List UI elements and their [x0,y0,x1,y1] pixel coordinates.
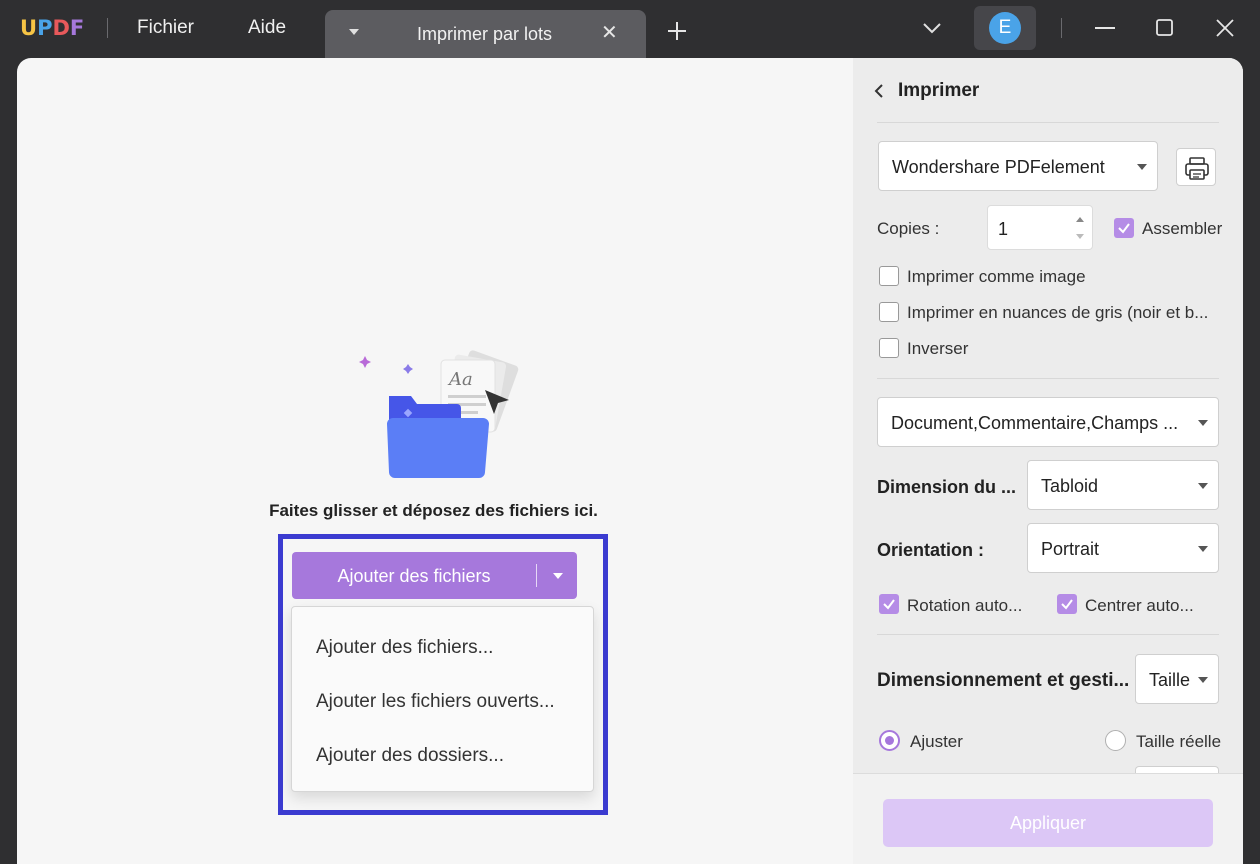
printer-icon [1185,157,1209,180]
close-window-icon[interactable] [1215,18,1235,38]
copies-value: 1 [998,219,1009,239]
orientation-label: Orientation : [877,540,984,560]
minimize-icon[interactable] [1094,18,1116,40]
apply-button[interactable]: Appliquer [883,799,1213,847]
auto-center-checkbox[interactable] [1057,594,1077,614]
auto-rotate-label: Rotation auto... [907,596,1023,615]
panel-title: Imprimer [898,80,980,101]
new-tab-plus-icon[interactable] [666,20,688,42]
reverse-checkbox[interactable] [879,338,899,358]
main-area: Aa Faites glisser et déposez des fichier… [17,58,1243,864]
account-button[interactable]: E [974,6,1036,50]
check-icon [1061,599,1073,610]
tab-menu-caret-icon[interactable] [349,29,359,35]
fit-label: Ajuster [910,732,963,751]
content-value: Document,Commentaire,Champs ... [891,413,1179,433]
logo-letter: F [69,16,85,40]
sizing-value: Taille [1149,670,1191,690]
grayscale-checkbox[interactable] [879,302,899,322]
content-select[interactable]: Document,Commentaire,Champs ... [877,397,1219,447]
caret-down-icon [1198,483,1208,489]
printer-select[interactable]: Wondershare PDFelement [878,141,1158,191]
reverse-label: Inverser [907,339,969,358]
stepper-up-icon[interactable] [1076,217,1084,222]
title-separator [1061,18,1062,38]
add-files-dropdown-menu: Ajouter des fichiers... Ajouter les fich… [291,606,594,792]
orientation-value: Portrait [1041,539,1100,559]
divider [877,122,1219,123]
copies-label: Copies : [877,219,940,238]
print-as-image-label: Imprimer comme image [907,267,1086,286]
drop-files-illustration: Aa [359,350,519,478]
collate-label: Assembler [1142,219,1223,238]
printer-properties-button[interactable] [1176,148,1216,186]
title-separator [107,18,108,38]
print-as-image-checkbox[interactable] [879,266,899,286]
check-icon [883,599,895,610]
copies-stepper[interactable]: 1 [987,205,1093,250]
tab-batch-print[interactable]: Imprimer par lots ✕ [325,10,646,58]
menu-item-add-files[interactable]: Ajouter des fichiers... [316,637,493,659]
divider [877,378,1219,379]
add-files-button[interactable]: Ajouter des fichiers [292,552,577,599]
split-separator [536,564,537,587]
grayscale-label: Imprimer en nuances de gris (noir et b..… [907,303,1209,322]
logo-letter: U [20,16,38,40]
printer-value: Wondershare PDFelement [892,157,1105,177]
orientation-select[interactable]: Portrait [1027,523,1219,573]
menu-item-add-open-files[interactable]: Ajouter les fichiers ouverts... [316,691,555,713]
back-chevron-icon[interactable] [873,83,885,99]
actual-size-radio[interactable] [1105,730,1126,751]
caret-down-icon [1198,546,1208,552]
caret-down-icon [1198,420,1208,426]
fit-radio[interactable] [879,730,900,751]
logo-letter: P [37,16,53,40]
page-size-select[interactable]: Tabloid [1027,460,1219,510]
logo-letter: D [52,16,70,40]
maximize-icon[interactable] [1155,18,1175,38]
caret-down-icon [1198,677,1208,683]
page-size-label: Dimension du ... [877,477,1017,497]
sizing-label: Dimensionnement et gesti... [877,670,1130,691]
page-size-value: Tabloid [1041,476,1099,496]
menu-file[interactable]: Fichier [137,17,194,39]
avatar: E [989,12,1021,44]
svg-text:Aa: Aa [447,369,473,390]
stepper-down-icon[interactable] [1076,234,1084,239]
chevron-down-icon[interactable] [922,20,942,36]
sizing-select[interactable]: Taille [1135,654,1219,704]
collate-checkbox[interactable] [1114,218,1134,238]
divider [877,634,1219,635]
print-settings-panel: Imprimer Wondershare PDFelement Copies :… [853,58,1243,864]
check-icon [1118,223,1130,234]
actual-size-label: Taille réelle [1136,732,1222,751]
auto-center-label: Centrer auto... [1085,596,1194,615]
tab-close-icon[interactable]: ✕ [601,23,618,43]
menu-help[interactable]: Aide [248,17,286,39]
panel-footer: Appliquer [853,773,1243,864]
caret-down-icon [1137,164,1147,170]
add-files-label: Ajouter des fichiers [337,566,491,586]
updf-logo: UPDF [20,16,84,40]
auto-rotate-checkbox[interactable] [879,594,899,614]
drop-instruction-text: Faites glisser et déposez des fichiers i… [269,501,598,520]
menu-item-add-folders[interactable]: Ajouter des dossiers... [316,745,504,767]
title-bar: UPDF Fichier Aide Imprimer par lots ✕ E [0,0,1260,58]
caret-down-icon[interactable] [553,573,563,579]
tab-title: Imprimer par lots [417,24,553,44]
